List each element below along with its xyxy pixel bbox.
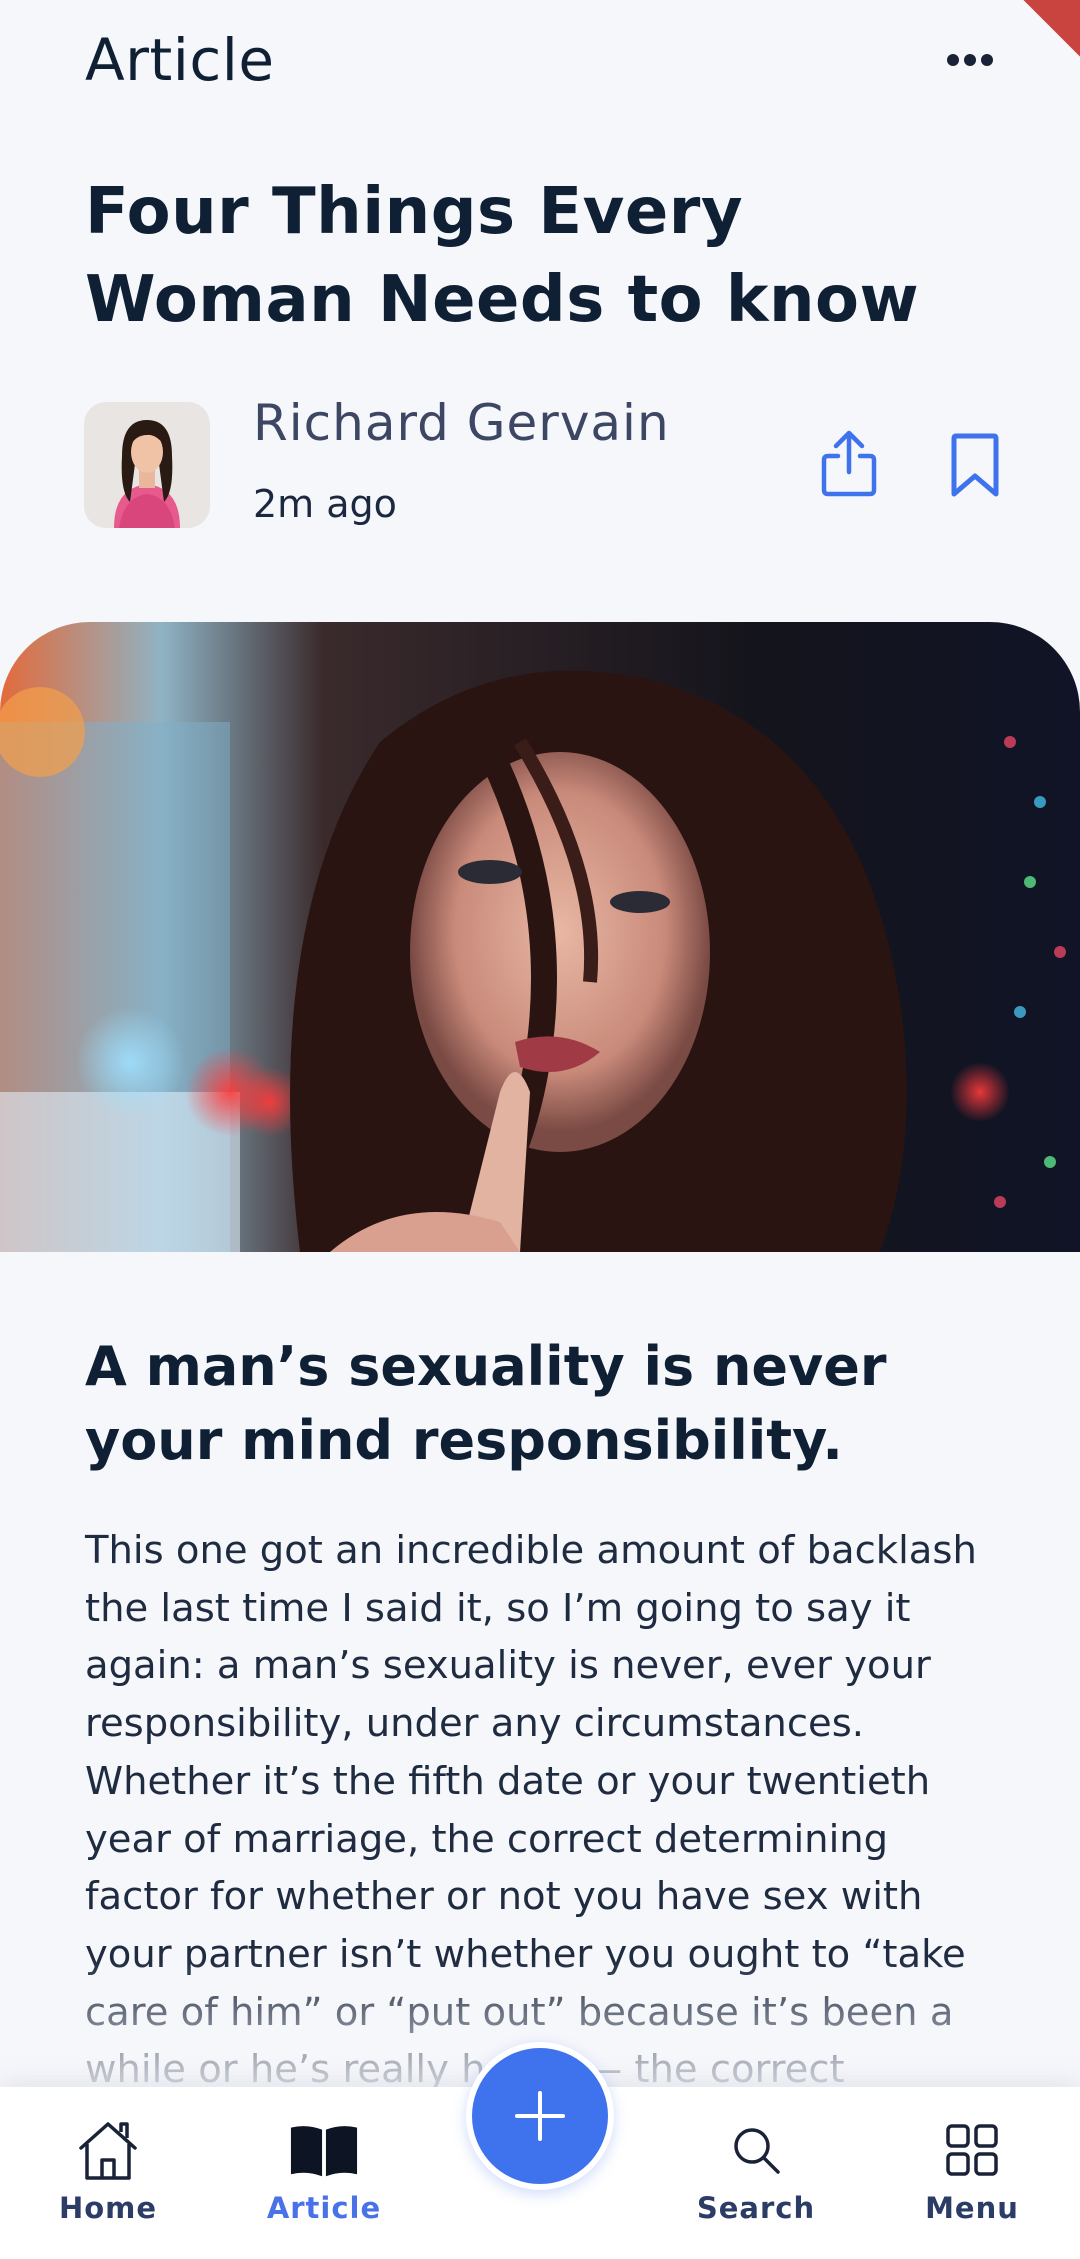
nav-home[interactable]: Home (28, 2117, 188, 2237)
grid-icon (937, 2117, 1007, 2183)
book-icon (289, 2117, 359, 2183)
nav-home-label: Home (58, 2191, 158, 2225)
bookmark-button[interactable] (948, 430, 1002, 500)
more-options-button[interactable] (940, 38, 1000, 82)
plus-icon (515, 2091, 565, 2141)
nav-article[interactable]: Article (244, 2117, 404, 2237)
author-name[interactable]: Richard Gervain (253, 394, 670, 452)
debug-banner (1023, 0, 1080, 57)
bookmark-icon (951, 433, 999, 497)
hero-photo (0, 622, 1080, 1252)
more-horizontal-icon (947, 54, 993, 66)
page-title: Article (85, 26, 275, 94)
post-time: 2m ago (253, 482, 397, 526)
article-screen: Article Four Things Every Woman Needs to… (0, 0, 1080, 2259)
add-button[interactable] (466, 2042, 614, 2190)
nav-menu[interactable]: Menu (892, 2117, 1052, 2237)
nav-article-label: Article (266, 2191, 382, 2225)
nav-search-label: Search (696, 2191, 816, 2225)
article-title: Four Things Every Woman Needs to know (85, 175, 920, 337)
author-photo (84, 402, 210, 528)
nav-menu-label: Menu (925, 2191, 1019, 2225)
nav-search[interactable]: Search (676, 2117, 836, 2237)
author-avatar[interactable] (84, 402, 210, 528)
share-icon (821, 430, 877, 497)
home-icon (73, 2117, 143, 2183)
share-button[interactable] (818, 428, 880, 498)
section-heading: A man’s sexuality is never your mind res… (85, 1335, 887, 1472)
article-hero-image (0, 622, 1080, 1252)
search-icon (721, 2117, 791, 2183)
